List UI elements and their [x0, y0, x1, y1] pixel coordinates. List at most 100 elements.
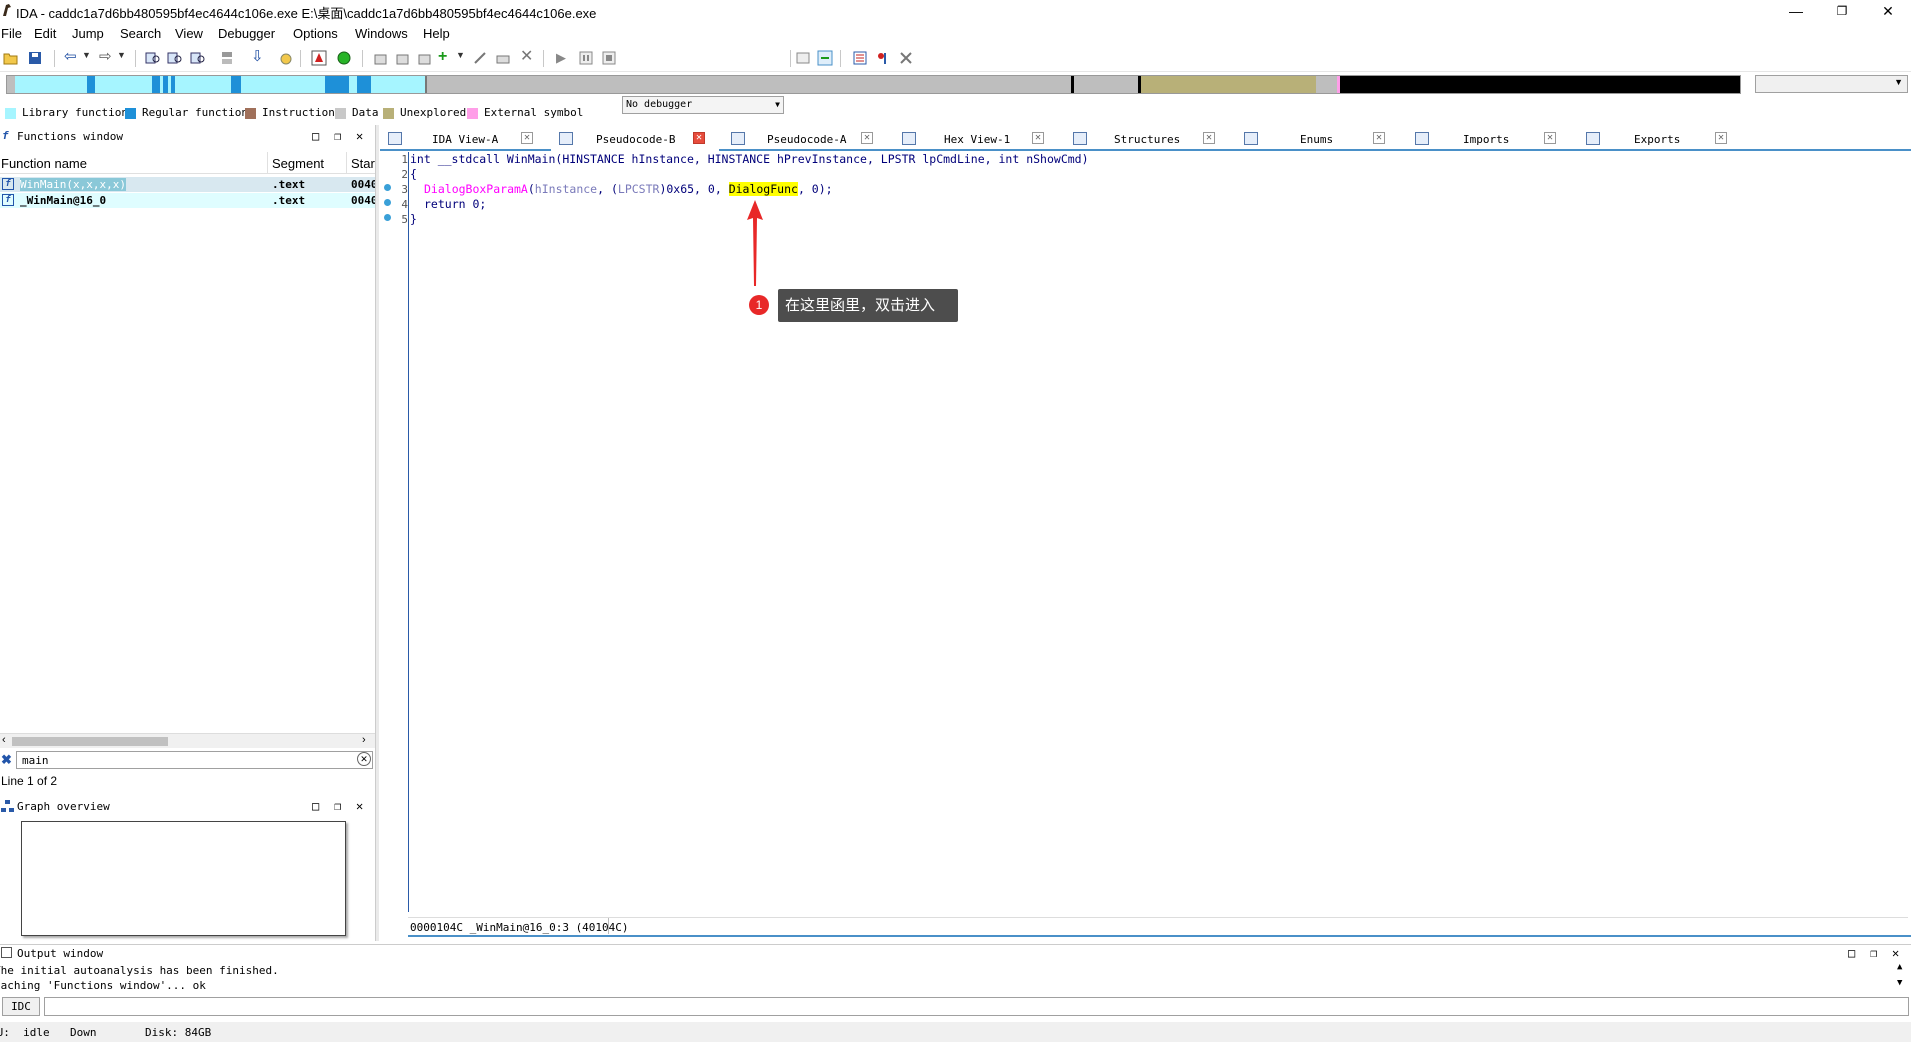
tab-ida-view-a[interactable]: IDA View-A ✕ — [380, 127, 546, 151]
close-tab-icon[interactable]: ✕ — [1373, 132, 1385, 144]
close-tab-icon[interactable]: ✕ — [521, 132, 533, 144]
line-number: 3 — [401, 183, 408, 196]
panel-splitter[interactable] — [375, 125, 379, 941]
graph-overview-canvas[interactable] — [21, 821, 346, 936]
close-panel-icon[interactable]: ✕ — [356, 129, 363, 143]
col-segment[interactable]: Segment — [272, 156, 324, 171]
flow-chart-icon[interactable] — [219, 50, 235, 66]
close-tab-icon[interactable]: ✕ — [693, 132, 705, 144]
call-dialogboxparama[interactable]: DialogBoxParamA — [424, 182, 528, 196]
chevron-down-icon[interactable]: ▼ — [117, 50, 133, 66]
link-icon[interactable] — [472, 50, 488, 66]
patch-icon[interactable] — [278, 50, 294, 66]
menu-search[interactable]: Search — [120, 26, 161, 41]
close-filter-icon[interactable]: ✖ — [1, 752, 12, 768]
menu-jump[interactable]: Jump — [72, 26, 104, 41]
function-search-input[interactable]: main — [16, 751, 373, 769]
idc-button[interactable]: IDC — [2, 997, 40, 1016]
debug-settings-icon[interactable] — [795, 50, 811, 66]
output-log[interactable]: The initial autoanalysis has been finish… — [0, 962, 1911, 994]
close-window-button[interactable]: ✕ — [1865, 0, 1911, 22]
close-tab-icon[interactable]: ✕ — [1032, 132, 1044, 144]
functions-hscrollbar[interactable]: ‹ › — [0, 733, 375, 748]
graph-red-icon[interactable] — [311, 50, 327, 66]
breakpoints-icon[interactable] — [852, 50, 868, 66]
add-icon[interactable]: + — [438, 49, 454, 66]
tab-pseudocode-a[interactable]: Pseudocode-A ✕ — [723, 127, 889, 151]
menu-file[interactable]: File — [1, 26, 22, 41]
tab-exports[interactable]: Exports ✕ — [1578, 127, 1744, 151]
close-tab-icon[interactable]: ✕ — [1203, 132, 1215, 144]
type-lpcstr[interactable]: LPCSTR — [618, 182, 660, 196]
text-search-icon[interactable] — [167, 50, 183, 66]
tab-imports[interactable]: Imports ✕ — [1407, 127, 1573, 151]
code-line-3[interactable]: DialogBoxParamA(hInstance, (LPCSTR)0x65,… — [424, 182, 833, 196]
clear-search-icon[interactable]: ✕ — [357, 752, 371, 766]
menu-windows[interactable]: Windows — [355, 26, 408, 41]
text-edit-icon[interactable] — [416, 50, 432, 66]
close-tab-icon[interactable]: ✕ — [1715, 132, 1727, 144]
menu-help[interactable]: Help — [423, 26, 450, 41]
tab-pseudocode-b[interactable]: Pseudocode-B ✕ — [551, 127, 719, 151]
clear-trace-icon[interactable] — [898, 50, 914, 66]
code-line-4[interactable]: return 0; — [424, 197, 486, 211]
code-line-1[interactable]: int __stdcall WinMain(HINSTANCE hInstanc… — [410, 152, 1089, 166]
code-line-5[interactable]: } — [410, 212, 417, 226]
var-hinstance[interactable]: hInstance — [535, 182, 597, 196]
chevron-down-icon[interactable]: ▼ — [82, 50, 98, 66]
delete-icon[interactable]: ✕ — [520, 49, 536, 66]
close-panel-icon[interactable]: ✕ — [1892, 946, 1899, 960]
scroll-left-icon[interactable]: ‹ — [2, 734, 6, 746]
scroll-down-icon[interactable]: ▼ — [1897, 978, 1902, 988]
code-line-2[interactable]: { — [410, 167, 417, 181]
maximize-panel-icon[interactable]: □ — [1848, 946, 1855, 960]
maximize-panel-icon[interactable]: □ — [312, 129, 319, 143]
graph-overview-header: Graph overview □ ❐ ✕ — [0, 798, 375, 816]
idc-command-input[interactable] — [44, 997, 1909, 1016]
nav-band-combo[interactable]: ▼ — [1755, 75, 1908, 93]
tracing-icon[interactable] — [875, 50, 891, 66]
tab-enums[interactable]: Enums ✕ — [1236, 127, 1402, 151]
down-arrow-icon[interactable]: ⇩ — [251, 49, 267, 66]
float-panel-icon[interactable]: ❐ — [1870, 946, 1877, 960]
stop-icon[interactable] — [601, 50, 617, 66]
close-tab-icon[interactable]: ✕ — [861, 132, 873, 144]
scroll-up-icon[interactable]: ▲ — [1897, 962, 1902, 972]
menu-edit[interactable]: Edit — [34, 26, 56, 41]
col-function-name[interactable]: Function name — [1, 156, 87, 171]
col-start[interactable]: Star — [351, 156, 375, 171]
list-arrow-icon[interactable] — [372, 50, 388, 66]
play-icon[interactable]: ▶ — [556, 50, 572, 66]
table-row[interactable]: f _WinMain@16_0 .text 0040 — [0, 193, 378, 208]
minimize-button[interactable]: — — [1773, 0, 1819, 22]
close-panel-icon[interactable]: ✕ — [356, 799, 363, 813]
table-row[interactable]: f WinMain(x,x,x,x) .text 0040 — [0, 177, 378, 192]
legend-swatch-library — [5, 108, 16, 119]
menu-options[interactable]: Options — [293, 26, 338, 41]
restore-button[interactable]: ❐ — [1819, 0, 1865, 22]
menu-debugger[interactable]: Debugger — [218, 26, 275, 41]
forward-arrow-icon[interactable]: ⇨ — [99, 49, 115, 66]
tab-hex-view-1[interactable]: Hex View-1 ✕ — [894, 127, 1060, 151]
attach-process-icon[interactable] — [817, 50, 833, 66]
green-circle-icon[interactable] — [336, 50, 352, 66]
back-arrow-icon[interactable]: ⇦ — [64, 49, 80, 66]
rename-icon[interactable] — [495, 50, 511, 66]
scrollbar-thumb[interactable] — [12, 737, 168, 746]
chevron-down-icon[interactable]: ▼ — [456, 50, 472, 66]
binary-search-icon[interactable] — [145, 50, 161, 66]
float-panel-icon[interactable]: ❐ — [334, 799, 341, 813]
navigation-band[interactable] — [6, 75, 1741, 94]
maximize-panel-icon[interactable]: □ — [312, 799, 319, 813]
list-edit-icon[interactable] — [394, 50, 410, 66]
immediate-search-icon[interactable] — [190, 50, 206, 66]
save-icon[interactable] — [27, 50, 43, 66]
float-panel-icon[interactable]: ❐ — [334, 129, 341, 143]
tab-structures[interactable]: Structures ✕ — [1065, 127, 1231, 151]
close-tab-icon[interactable]: ✕ — [1544, 132, 1556, 144]
menu-view[interactable]: View — [175, 26, 203, 41]
open-folder-icon[interactable] — [3, 50, 19, 66]
pause-icon[interactable] — [578, 50, 594, 66]
scroll-right-icon[interactable]: › — [362, 734, 366, 746]
symbol-dialogfunc[interactable]: DialogFunc — [728, 182, 798, 196]
